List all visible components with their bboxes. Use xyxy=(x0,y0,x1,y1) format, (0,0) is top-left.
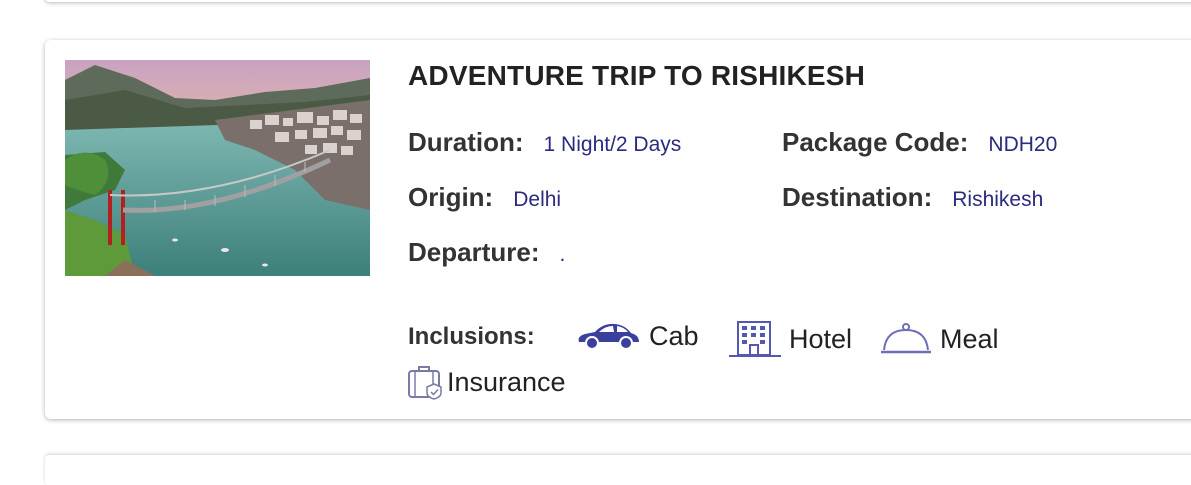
package-code-value: NDH20 xyxy=(988,133,1058,156)
origin-field: Origin: Delhi xyxy=(408,182,561,213)
package-title[interactable]: ADVENTURE TRIP TO RISHIKESH xyxy=(408,60,865,92)
inclusion-insurance-label: Insurance xyxy=(447,366,566,397)
package-thumbnail-image[interactable] xyxy=(65,60,370,276)
inclusions-label: Inclusions: xyxy=(408,323,535,350)
package-code-field: Package Code: NDH20 xyxy=(782,127,1057,158)
insurance-bag-icon xyxy=(408,366,442,400)
inclusion-cab: Cab xyxy=(575,320,699,352)
duration-value: 1 Night/2 Days xyxy=(543,133,682,156)
destination-value: Rishikesh xyxy=(952,188,1044,211)
package-code-label: Package Code: xyxy=(782,127,969,157)
destination-field: Destination: Rishikesh xyxy=(782,182,1043,213)
package-card: ADVENTURE TRIP TO RISHIKESH Duration: 1 … xyxy=(45,40,1191,419)
origin-label: Origin: xyxy=(408,182,494,212)
previous-package-card xyxy=(45,0,1191,2)
inclusion-meal-label: Meal xyxy=(940,323,999,354)
meal-cloche-icon xyxy=(881,323,931,354)
destination-label: Destination: xyxy=(782,182,933,212)
duration-label: Duration: xyxy=(408,127,524,157)
next-package-card xyxy=(45,455,1191,485)
hotel-icon xyxy=(729,321,781,357)
inclusion-cab-label: Cab xyxy=(649,320,699,351)
inclusion-hotel-label: Hotel xyxy=(789,323,853,354)
inclusion-hotel: Hotel xyxy=(729,320,852,358)
inclusion-meal: Meal xyxy=(880,322,999,356)
inclusion-insurance: Insurance xyxy=(407,364,566,400)
departure-value: . xyxy=(559,243,566,266)
departure-label: Departure: xyxy=(408,237,540,267)
departure-field: Departure: . xyxy=(408,237,565,268)
duration-field: Duration: 1 Night/2 Days xyxy=(408,127,681,158)
car-icon xyxy=(578,323,639,350)
origin-value: Delhi xyxy=(513,188,562,211)
